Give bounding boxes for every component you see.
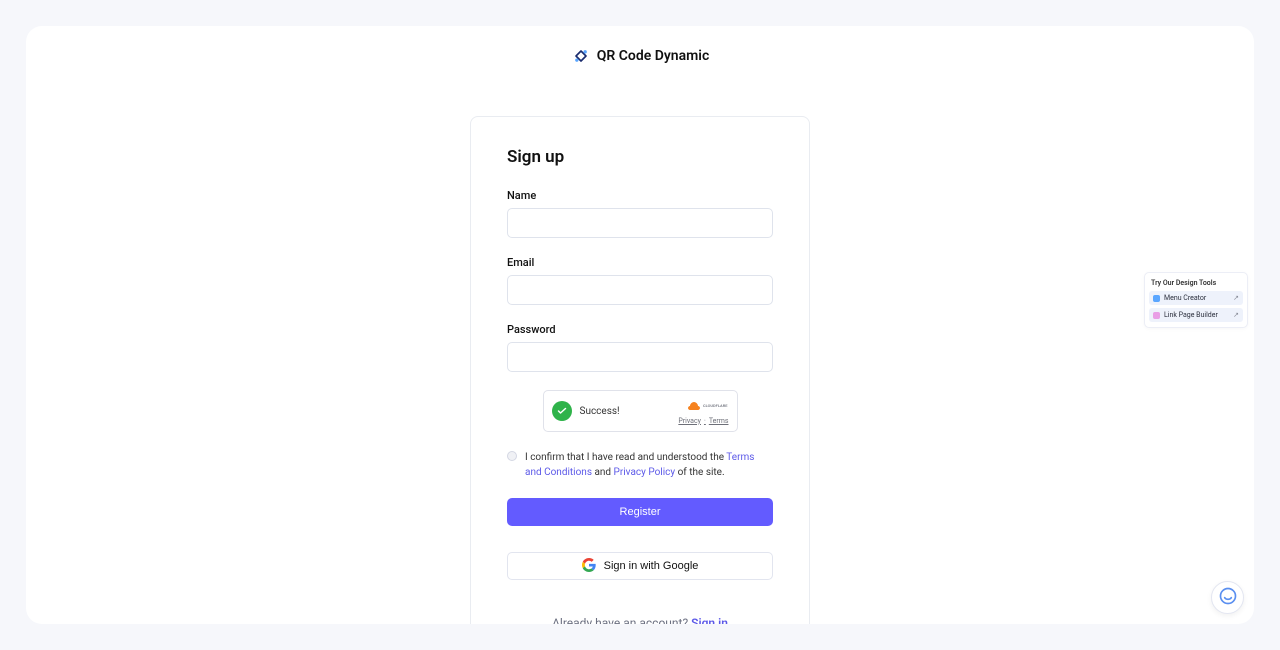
password-input[interactable] <box>507 342 773 372</box>
link-icon <box>1153 312 1160 319</box>
email-label: Email <box>507 256 773 269</box>
signin-google-button[interactable]: Sign in with Google <box>507 552 773 580</box>
signin-link[interactable]: Sign in <box>691 616 728 624</box>
terms-text: I confirm that I have read and understoo… <box>525 450 773 480</box>
name-input[interactable] <box>507 208 773 238</box>
name-field: Name <box>507 189 773 238</box>
chat-icon <box>1218 586 1238 610</box>
side-widget-title: Try Our Design Tools <box>1149 279 1243 291</box>
email-input[interactable] <box>507 275 773 305</box>
name-label: Name <box>507 189 773 202</box>
card-title: Sign up <box>507 147 773 167</box>
terms-checkbox[interactable] <box>507 451 517 461</box>
captcha-message: Success! <box>580 406 620 417</box>
cloudflare-icon: CLOUDFLARE <box>683 398 729 417</box>
terms-row: I confirm that I have read and understoo… <box>507 450 773 480</box>
sidebar-item-menu-creator[interactable]: Menu Creator ↗ <box>1149 291 1243 305</box>
logo-bar: QR Code Dynamic <box>26 26 1254 86</box>
email-field: Email <box>507 256 773 305</box>
privacy-link[interactable]: Privacy Policy <box>614 467 676 478</box>
sidebar-item-link-page-builder[interactable]: Link Page Builder ↗ <box>1149 308 1243 322</box>
already-row: Already have an account? Sign in <box>507 616 773 624</box>
menu-icon <box>1153 295 1160 302</box>
captcha-terms-link[interactable]: Terms <box>709 417 729 425</box>
captcha-widget: Success! CLOUDFLARE Privacy · Terms <box>543 390 738 432</box>
captcha-right: CLOUDFLARE Privacy · Terms <box>678 398 728 425</box>
chat-button[interactable] <box>1211 581 1244 614</box>
svg-text:CLOUDFLARE: CLOUDFLARE <box>703 403 728 408</box>
captcha-left: Success! <box>552 401 620 421</box>
external-link-icon: ↗ <box>1233 294 1239 302</box>
google-icon <box>582 558 596 575</box>
register-button[interactable]: Register <box>507 498 773 526</box>
captcha-privacy-link[interactable]: Privacy <box>678 417 701 425</box>
app-container: QR Code Dynamic Sign up Name Email Passw… <box>26 26 1254 624</box>
password-field: Password <box>507 323 773 372</box>
captcha-legal: Privacy · Terms <box>678 417 728 425</box>
google-button-label: Sign in with Google <box>604 560 699 572</box>
logo-text: QR Code Dynamic <box>597 48 710 64</box>
logo-icon <box>571 46 591 66</box>
design-tools-widget: Try Our Design Tools Menu Creator ↗ Link… <box>1144 272 1248 328</box>
password-label: Password <box>507 323 773 336</box>
signup-card: Sign up Name Email Password Success! <box>470 116 810 624</box>
external-link-icon: ↗ <box>1233 311 1239 319</box>
success-check-icon <box>552 401 572 421</box>
